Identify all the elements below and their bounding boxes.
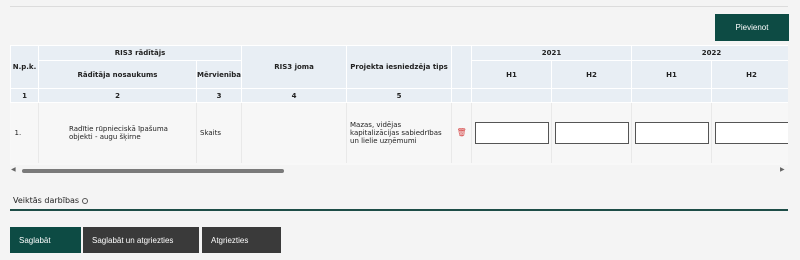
header-h1-2022: H1 [631,60,713,89]
section-heading: Veiktās darbības [13,196,89,205]
header-year-2021: 2021 [471,45,633,61]
scroll-left-arrow-icon[interactable]: ◀ [11,166,16,173]
header-indicator-name: Rādītāja nosaukums [38,60,197,89]
header-unit: Mērvienība [195,60,243,89]
trash-icon[interactable]: 🗑 [451,102,473,163]
row-unit: Skaits [196,102,243,163]
row-npk: 1. [10,102,39,163]
table-row: 1. Radītie rūpnieciskā īpašuma objekti -… [10,102,788,163]
header-ris3-area: RIS3 joma [241,45,348,89]
header-h2-2022: H2 [711,60,788,89]
top-divider [10,6,788,7]
row-indicator-name: Radītie rūpnieciskā īpašuma objekti - au… [38,102,197,163]
header-indicator-group: RIS3 rādītājs [37,45,243,61]
value-input-2021-h2[interactable] [554,121,629,144]
header-h2-2021: H2 [551,60,633,89]
header-submitter-type: Projekta iesniedzēja tips [346,45,453,89]
section-divider [10,209,788,211]
colnum-2: 2 [38,88,197,103]
colnum-1: 1 [10,88,39,103]
value-input-2021-h1[interactable] [474,121,549,144]
section-title: Veiktās darbības [13,196,80,205]
header-year-2022: 2022 [631,45,788,61]
value-input-2022-h1[interactable] [634,121,709,144]
save-and-return-button[interactable]: Saglabāt un atgriezties [83,227,199,253]
save-button[interactable]: Saglabāt [10,227,81,253]
add-button[interactable]: Pievienot [715,14,789,41]
return-button[interactable]: Atgriezties [202,227,281,253]
value-input-2022-h2[interactable] [714,121,788,144]
clock-icon [82,197,89,204]
scrollbar-thumb[interactable] [22,169,284,173]
colnum-5: 5 [346,88,453,103]
indicator-table-container[interactable]: N.p.k. RIS3 rādītājs RIS3 joma Projekta … [10,45,788,165]
header-h1-2021: H1 [471,60,553,89]
row-ris3-area [241,102,348,163]
row-submitter-type: Mazas, vidējas kapitalizācijas sabiedrīb… [346,102,453,163]
header-action-spacer [451,45,473,89]
scroll-right-arrow-icon[interactable]: ▶ [780,166,785,173]
indicator-table: N.p.k. RIS3 rādītājs RIS3 joma Projekta … [10,45,788,163]
colnum-3: 3 [195,88,243,103]
header-npk: N.p.k. [10,45,39,89]
colnum-4: 4 [241,88,348,103]
